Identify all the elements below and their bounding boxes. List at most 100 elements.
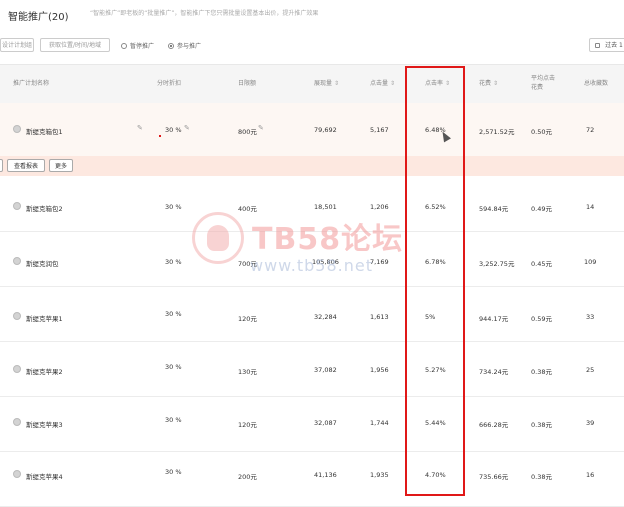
table-row[interactable]: 斯缇克箱包2 30 % 400元 18,501 1,206 6.52% 594.… [0,178,624,232]
daily-limit: 120元 [238,421,257,429]
plan-name[interactable]: 斯缇克箱包1 [26,126,63,136]
plan-name[interactable]: 斯缇克苹果2 [26,366,63,376]
more-button[interactable]: 更多 [49,159,73,172]
join-promotion-label: 参与推广 [177,43,202,50]
pause-promotion-label: 暂停推广 [130,43,155,50]
pause-promotion-radio[interactable]: 暂停推广 [121,41,154,50]
discount: 30 % [165,126,182,134]
plan-name[interactable]: 斯缇克箱包2 [26,203,63,213]
col-clicks[interactable]: 点击量 ⇕ [370,79,395,88]
impressions: 37,082 [314,366,337,374]
discount: 30 % [165,416,182,424]
ctr-column-highlight [405,66,465,496]
checkbox-icon [595,43,601,48]
discount: 30 % [165,203,182,211]
page-header: 智能推广(20) “智能推广”即老板的“批量推广”，智能推广下您只需批量设置基本… [0,0,624,26]
daily-limit: 400元 [238,205,257,213]
plan-name[interactable]: 斯缇克苹果4 [26,471,63,481]
table-row[interactable]: 斯缇克苹果3 30 % 120元 32,087 1,744 5.44% 666.… [0,398,624,452]
favorites: 39 [586,419,595,427]
col-impressions[interactable]: 展现量 ⇕ [314,79,339,88]
radio-circle-icon[interactable] [13,125,21,133]
avg-cpc: 0.38元 [531,421,552,429]
daily-limit: 130元 [238,368,257,376]
plan-name[interactable]: 斯缇克苹果1 [26,313,63,323]
action-edge-button[interactable] [0,159,3,172]
radio-circle-icon[interactable] [13,365,21,373]
avg-cpc: 0.38元 [531,368,552,376]
table-row[interactable]: 斯缇克箱包1 ✎ 30 % ✎ 800元 ✎ 79,692 5,167 6.48… [0,103,624,157]
plan-name[interactable]: 斯缇克润包 [26,258,59,268]
favorites: 72 [586,126,595,134]
col-discount: 分时折扣 [157,80,182,87]
impressions: 79,692 [314,126,337,134]
daily-limit: 800元 [238,128,257,136]
plan-name[interactable]: 斯缇克苹果3 [26,419,63,429]
red-dot-marker [159,135,161,137]
radio-circle-icon[interactable] [13,312,21,320]
col-avg-cpc[interactable]: 平均点击花费 [531,74,559,92]
set-plan-group-button[interactable]: 设计计划组 [0,38,34,52]
join-promotion-radio[interactable]: 参与推广 [168,41,201,50]
pencil-icon[interactable]: ✎ [137,124,143,132]
table-row[interactable]: 斯缇克润包 30 % 700元 105,806 7,169 6.78% 3,25… [0,233,624,287]
clicks: 1,935 [370,471,389,479]
daily-limit: 200元 [238,473,257,481]
favorites: 14 [586,203,595,211]
date-range-label: 过去 1 [605,42,623,49]
daily-limit: 700元 [238,260,257,268]
page-title: 智能推广(20) [8,12,69,23]
view-report-button[interactable]: 查看报表 [7,159,45,172]
cost: 594.84元 [479,205,509,213]
cost: 944.17元 [479,315,509,323]
sort-icon: ⇕ [390,80,396,87]
favorites: 25 [586,366,595,374]
cost: 2,571.52元 [479,128,515,136]
impressions: 32,284 [314,313,337,321]
radio-circle-icon[interactable] [13,470,21,478]
sort-icon: ⇕ [493,80,499,87]
avg-cpc: 0.45元 [531,260,552,268]
favorites: 33 [586,313,595,321]
col-cost-label: 花费 [479,80,492,87]
radio-circle-icon[interactable] [13,257,21,265]
radio-checked-icon [168,42,174,49]
impressions: 41,136 [314,471,337,479]
table-row[interactable]: 斯缇克苹果1 30 % 120元 32,284 1,613 5% 944.17元… [0,288,624,342]
col-impressions-label: 展现量 [314,80,333,87]
row-action-bar: 查看报表 更多 [0,156,624,176]
avg-cpc: 0.50元 [531,128,552,136]
col-favorites[interactable]: 总收藏数 [584,79,608,88]
clicks: 1,744 [370,419,389,427]
discount: 30 % [165,468,182,476]
table-header: 推广计划名称 分时折扣 日限额 展现量 ⇕ 点击量 ⇕ 点击率 ⇕ 花费 ⇕ 平均点击花… [0,64,624,104]
radio-circle-icon [121,42,127,49]
sort-icon: ⇕ [334,80,340,87]
location-time-region-button[interactable]: 获取位置/时间/地域 [40,38,110,52]
impressions: 18,501 [314,203,337,211]
radio-circle-icon[interactable] [13,418,21,426]
impressions: 105,806 [312,258,339,266]
page-description: “智能推广”即老板的“批量推广”，智能推广下您只需批量设置基本出价，提升推广效果 [90,10,319,17]
clicks: 7,169 [370,258,389,266]
table-row[interactable]: 斯缇克苹果2 30 % 130元 37,082 1,956 5.27% 734.… [0,343,624,397]
pencil-icon[interactable]: ✎ [184,124,190,132]
avg-cpc: 0.49元 [531,205,552,213]
clicks: 1,613 [370,313,389,321]
pencil-icon[interactable]: ✎ [258,124,264,132]
table-row[interactable]: 斯缇克苹果4 30 % 200元 41,136 1,935 4.70% 735.… [0,453,624,507]
cost: 666.28元 [479,421,509,429]
cost: 3,252.75元 [479,260,515,268]
date-range-button[interactable]: 过去 1 [589,38,624,52]
daily-limit: 120元 [238,315,257,323]
discount: 30 % [165,258,182,266]
avg-cpc: 0.38元 [531,473,552,481]
col-cost[interactable]: 花费 ⇕ [479,79,498,88]
impressions: 32,087 [314,419,337,427]
avg-cpc: 0.59元 [531,315,552,323]
col-clicks-label: 点击量 [370,80,389,87]
radio-circle-icon[interactable] [13,202,21,210]
cost: 734.24元 [479,368,509,376]
col-name: 推广计划名称 [13,80,50,87]
clicks: 1,956 [370,366,389,374]
